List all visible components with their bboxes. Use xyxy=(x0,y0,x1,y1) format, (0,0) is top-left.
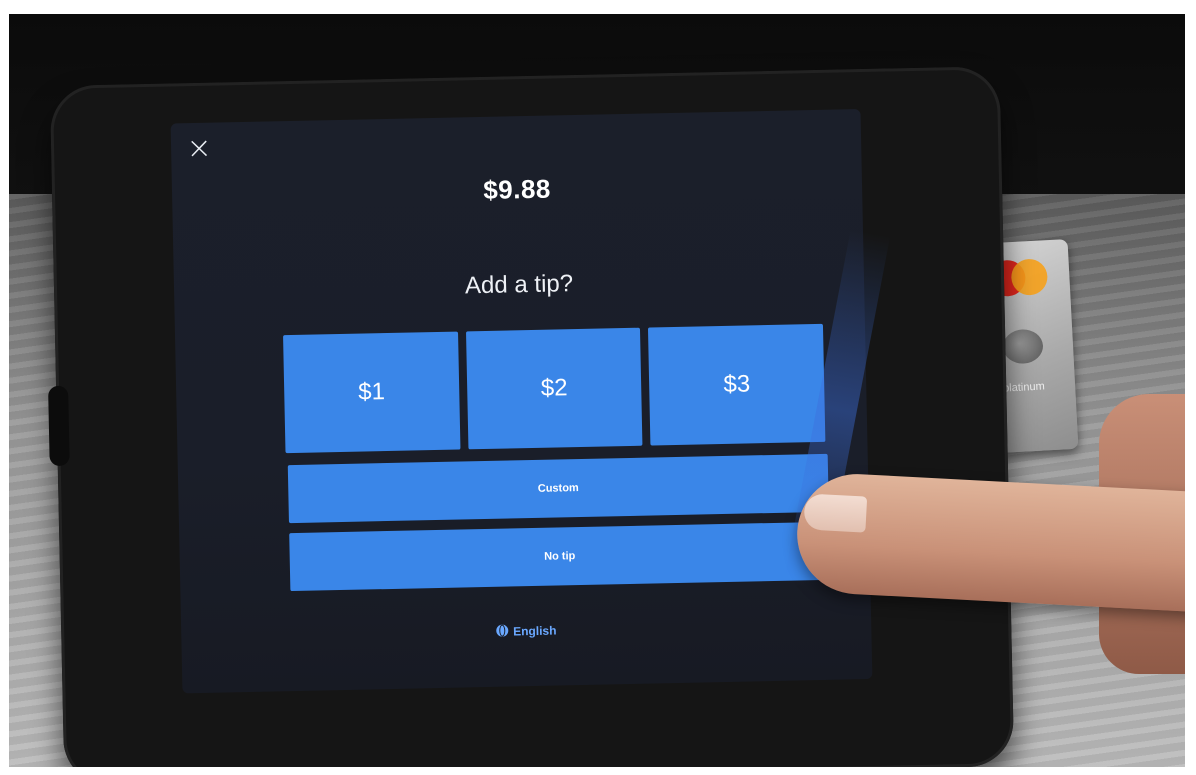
close-icon[interactable]: × xyxy=(183,131,216,167)
language-selector[interactable]: English xyxy=(181,617,871,645)
custom-tip-button[interactable]: Custom xyxy=(287,453,829,524)
finger xyxy=(794,471,1185,613)
no-tip-button[interactable]: No tip xyxy=(289,521,831,592)
globe-icon xyxy=(495,624,509,637)
tip-prompt: Add a tip? xyxy=(464,270,574,300)
total-amount: $9.88 xyxy=(482,173,552,205)
tip-option-2-button[interactable]: $2 xyxy=(465,327,643,450)
card-brand-text: platinum xyxy=(1002,380,1045,395)
tip-option-3-button[interactable]: $3 xyxy=(648,323,826,446)
tablet-side-button xyxy=(48,385,70,467)
photo-frame: platinum × $9.88 Add a tip? $1 $2 $3 Cus… xyxy=(9,14,1185,767)
tablet-device: × $9.88 Add a tip? $1 $2 $3 Custom No ti… xyxy=(48,66,1015,767)
card-contactless-mark xyxy=(1002,328,1044,365)
tip-option-1-button[interactable]: $1 xyxy=(283,331,461,454)
fingernail xyxy=(803,493,868,533)
tip-screen: × $9.88 Add a tip? $1 $2 $3 Custom No ti… xyxy=(170,109,891,694)
language-label: English xyxy=(512,623,557,639)
tip-options: $1 $2 $3 xyxy=(283,323,826,454)
